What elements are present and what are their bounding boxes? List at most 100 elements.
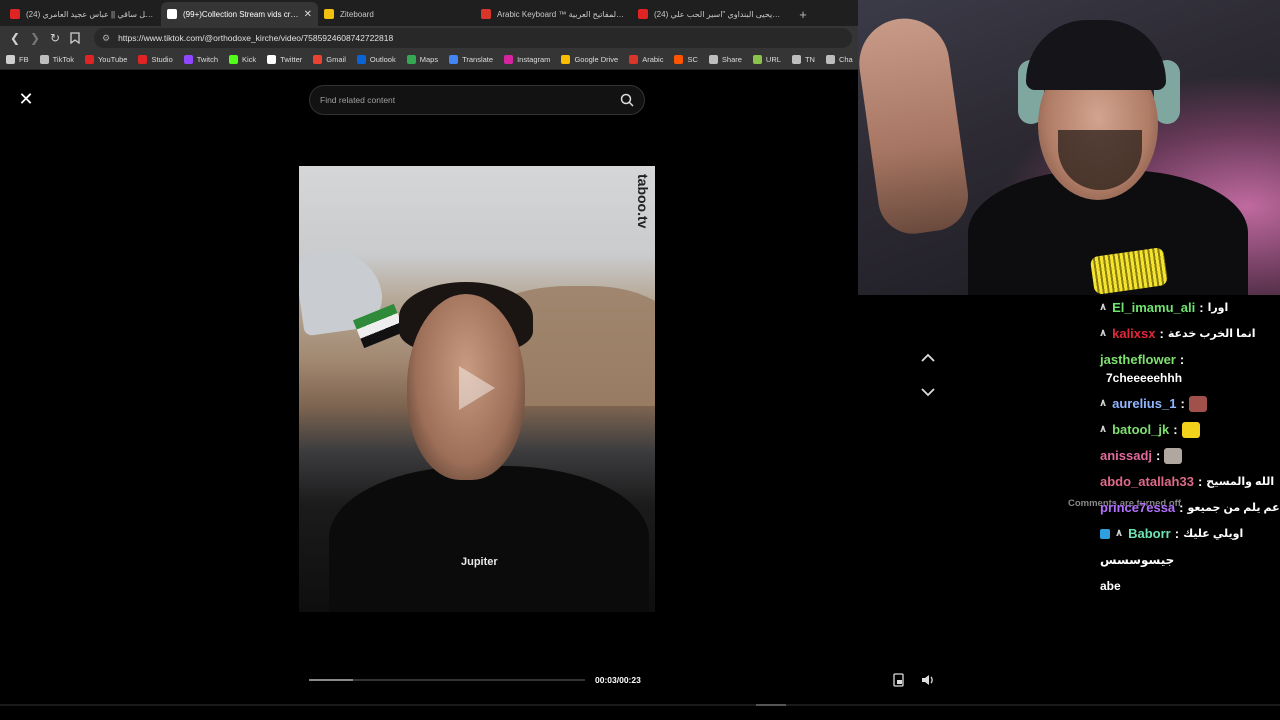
bookmark-item[interactable]: Maps <box>406 55 438 64</box>
bookmark-label: Google Drive <box>574 55 619 64</box>
bookmark-item[interactable]: Kick <box>229 55 256 64</box>
bookmark-item[interactable]: Google Drive <box>561 55 618 64</box>
bookmark-item[interactable]: Cha <box>825 55 853 64</box>
tab-close-icon[interactable]: ✕ <box>304 9 312 20</box>
chat-badge: ٨ <box>1100 424 1107 435</box>
bookmark-item[interactable]: Outlook <box>356 55 396 64</box>
chat-text: 7cheeeeehhh <box>1106 371 1183 385</box>
bookmark-favicon-icon <box>229 55 239 64</box>
chat-separator: : <box>1159 326 1164 341</box>
webcam-cap <box>1026 20 1166 90</box>
bookmark-item[interactable]: Translate <box>449 55 493 64</box>
browser-tab[interactable]: Arabic Keyboard ™ لوحة المفاتيح العربية <box>475 2 632 26</box>
bookmark-item[interactable]: Share <box>708 55 742 64</box>
back-icon[interactable]: ❮ <box>6 29 24 47</box>
chat-username[interactable]: jastheflower <box>1100 351 1176 369</box>
tab-favicon-icon <box>324 9 334 19</box>
bookmark-favicon-icon <box>449 55 459 64</box>
bookmark-label: TN <box>804 55 815 64</box>
search-bar[interactable] <box>309 85 645 115</box>
previous-video-chevron-up-icon[interactable] <box>917 346 939 368</box>
chat-separator: : <box>1174 526 1180 541</box>
tab-favicon-icon <box>481 9 491 19</box>
bookmark-favicon-icon <box>752 55 762 64</box>
bookmark-item[interactable]: Gmail <box>313 55 346 64</box>
bookmark-item[interactable]: Arabic <box>629 55 663 64</box>
bookmark-label: Outlook <box>369 55 396 64</box>
bookmark-favicon-icon <box>708 55 718 64</box>
chat-username[interactable]: aurelius_1 <box>1112 395 1176 413</box>
picture-in-picture-icon[interactable] <box>891 672 907 688</box>
tab-favicon-icon <box>638 9 648 19</box>
chat-text: اويلي عليك <box>1183 528 1244 540</box>
bookmark-item[interactable]: TikTok <box>39 55 74 64</box>
chat-username[interactable]: batool_jk <box>1112 421 1169 439</box>
bookmark-star-icon[interactable] <box>66 29 84 47</box>
next-video-chevron-down-icon[interactable] <box>917 381 939 403</box>
chat-message: ٨ Baborr: اويلي عليك <box>1094 525 1280 543</box>
close-icon[interactable]: ✕ <box>16 89 36 109</box>
chat-badge: ٨ <box>1100 398 1107 409</box>
bookmark-item[interactable]: Instagram <box>504 55 550 64</box>
chat-separator: : <box>1156 448 1161 463</box>
chat-text: الله والمسيح <box>1206 476 1275 488</box>
video-watermark: taboo.tv <box>635 174 651 229</box>
search-input[interactable] <box>320 95 620 105</box>
cube-badge-icon <box>1100 529 1110 539</box>
bookmark-label: YouTube <box>97 55 128 64</box>
bookmark-item[interactable]: SC <box>674 55 698 64</box>
scrollbar-thumb[interactable] <box>756 704 786 706</box>
browser-tab[interactable]: Ziteboard <box>318 2 475 26</box>
bookmark-item[interactable]: Studio <box>138 55 173 64</box>
chat-username[interactable]: kalixsx <box>1112 325 1155 343</box>
bookmark-favicon-icon <box>267 55 277 64</box>
video-time: 00:03/00:23 <box>595 675 641 685</box>
chat-message: ٨ batool_jk: <box>1094 421 1280 439</box>
bookmark-item[interactable]: URL <box>752 55 781 64</box>
bookmark-favicon-icon <box>791 55 801 64</box>
bookmark-label: URL <box>765 55 781 64</box>
chat-separator: : <box>1173 422 1178 437</box>
chat-username[interactable]: abdo_atallah33 <box>1100 473 1194 491</box>
chat-emote-icon <box>1181 422 1200 438</box>
video-person-body <box>329 466 649 612</box>
chat-separator: : <box>1197 474 1203 489</box>
chat-badge: ٨ <box>1100 328 1107 339</box>
browser-tab[interactable]: (24) اجمل ساقي || عباس عجيد العامري <box>4 2 161 26</box>
chat-separator: : <box>1199 300 1204 315</box>
bookmark-item[interactable]: YouTube <box>84 55 128 64</box>
bookmark-label: Studio <box>151 55 173 64</box>
forward-icon[interactable]: ❯ <box>26 29 44 47</box>
video-progress-fill <box>309 679 354 681</box>
chat-username[interactable]: prince7essa <box>1100 499 1175 517</box>
bookmarks-bar: FB TikTok YouTube Studio Twitch Kick Twitter Gm… <box>0 50 858 70</box>
browser-tab[interactable]: (24) يحيى البنداوي "اسير الحب علي" #... <box>632 2 789 26</box>
bookmark-label: Kick <box>242 55 257 64</box>
chat-separator: : <box>1179 352 1185 367</box>
page-scrollbar[interactable] <box>0 704 1280 706</box>
chat-message: jastheflower: 7cheeeeehhh <box>1094 351 1280 387</box>
chat-emote-icon <box>1164 448 1183 464</box>
chat-text: انما الخرب خدعة <box>1167 328 1256 340</box>
chat-message: ٨ El_imamu_ali: اورا <box>1094 299 1280 317</box>
reload-icon[interactable]: ↻ <box>46 29 64 47</box>
bookmark-item[interactable]: Twitter <box>267 55 302 64</box>
video-player[interactable]: Jupiter taboo.tv <box>299 166 655 612</box>
bookmark-item[interactable]: FB <box>6 55 29 64</box>
site-info-icon[interactable]: ⚙ <box>102 33 110 44</box>
chat-username[interactable]: Baborr <box>1128 525 1171 543</box>
bookmark-item[interactable]: Twitch <box>183 55 218 64</box>
search-icon[interactable] <box>620 93 634 107</box>
chat-username[interactable]: anissadj <box>1100 447 1152 465</box>
url-field[interactable]: ⚙ https://www.tiktok.com/@orthodoxe_kirc… <box>94 28 852 48</box>
browser-tab[interactable]: (99+)Collection Stream vids creator ✕ <box>161 2 318 26</box>
bookmark-favicon-icon <box>84 55 94 64</box>
chat-username[interactable]: El_imamu_ali <box>1112 299 1195 317</box>
video-progress-bar[interactable] <box>309 679 585 681</box>
chat-text: عم يلم من جميعو <box>1187 502 1280 514</box>
bookmark-item[interactable]: TN <box>791 55 815 64</box>
new-tab-plus-icon[interactable]: + <box>793 2 813 26</box>
volume-icon[interactable] <box>920 672 936 688</box>
play-icon[interactable] <box>459 366 495 410</box>
bookmark-favicon-icon <box>561 55 571 64</box>
